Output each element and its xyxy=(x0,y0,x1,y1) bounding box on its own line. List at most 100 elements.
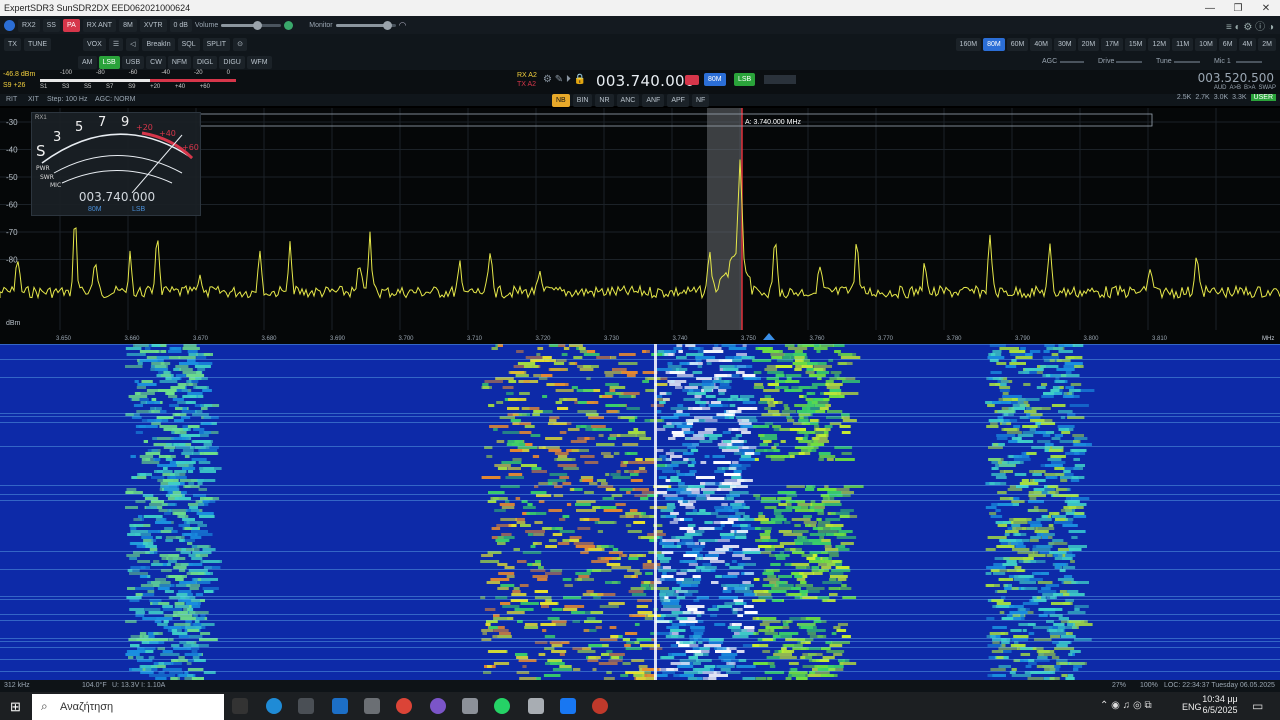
waterfall-pixel xyxy=(783,623,789,626)
taskbar-clock[interactable]: 10:34 μμ 6/5/2025 xyxy=(1190,694,1250,716)
windows-start-icon[interactable]: ⊞ xyxy=(10,699,21,715)
menu-icon[interactable]: ≡ ◐ ⚙ ⓘ ◑ xyxy=(1226,18,1280,33)
store-icon[interactable] xyxy=(298,698,314,714)
filter-anf[interactable]: ANF xyxy=(642,94,665,107)
tune-slider[interactable] xyxy=(1174,61,1200,63)
pa-button[interactable]: PA xyxy=(62,18,80,32)
agc-mode-label[interactable]: AGC: NORM xyxy=(95,96,135,103)
sub-tag-aud[interactable]: AUD xyxy=(1214,85,1227,91)
edge-icon[interactable] xyxy=(266,698,282,714)
att-button[interactable]: 0 dB xyxy=(169,18,192,32)
speaker-icon[interactable] xyxy=(284,20,294,30)
vfo-tools-icon[interactable]: ⚙ ✎ ⏵ 🔒 xyxy=(543,74,586,85)
waterfall-display[interactable] xyxy=(0,344,1280,680)
close-button[interactable]: ✕ xyxy=(1252,3,1280,14)
filter-nb[interactable]: NB xyxy=(552,94,570,107)
band-6m[interactable]: 6M xyxy=(1218,38,1237,51)
speaker-mute-icon[interactable]: ◁ xyxy=(126,37,140,51)
vox-button[interactable]: VOX xyxy=(83,37,106,51)
drive-slider[interactable] xyxy=(1116,61,1142,63)
band-30m[interactable]: 30M xyxy=(1053,38,1076,51)
sdr-app-icon[interactable] xyxy=(462,698,478,714)
breakin-button[interactable]: BreakIn xyxy=(142,37,175,51)
band-2m[interactable]: 2M xyxy=(1258,38,1276,51)
split-button[interactable]: SPLIT xyxy=(202,37,231,51)
mode-am[interactable]: AM xyxy=(78,56,97,69)
mode-badge[interactable]: LSB xyxy=(734,73,756,86)
equalizer-icon[interactable]: ☰ xyxy=(108,37,124,51)
ss-button[interactable]: SS xyxy=(42,18,60,32)
headphones-icon[interactable]: ◠ xyxy=(399,20,407,31)
monitor-slider[interactable] xyxy=(335,20,396,30)
minimize-button[interactable]: — xyxy=(1196,3,1224,14)
mode-lsb[interactable]: LSB xyxy=(98,56,120,69)
bandwidth-33k[interactable]: 3.3K xyxy=(1232,94,1246,101)
sql-button[interactable]: SQL xyxy=(177,37,200,51)
chrome-icon[interactable] xyxy=(396,698,412,714)
band-15m[interactable]: 15M xyxy=(1124,38,1147,51)
sub-frequency[interactable]: 003.520.500 xyxy=(1198,71,1274,85)
band-20m[interactable]: 20M xyxy=(1077,38,1100,51)
band-80m[interactable]: 80M xyxy=(983,38,1005,51)
mode-nfm[interactable]: NFM xyxy=(167,56,191,69)
bandwidth-25k[interactable]: 2.5K xyxy=(1177,94,1191,101)
other-app-icon[interactable] xyxy=(592,698,608,714)
filter-apf[interactable]: APF xyxy=(667,94,689,107)
band-badge[interactable]: 80M xyxy=(704,73,726,86)
rx2-button[interactable]: RX2 xyxy=(18,18,40,32)
maximize-button[interactable]: ❐ xyxy=(1224,3,1252,14)
vfo-extra-control[interactable] xyxy=(764,75,796,84)
filter-bin[interactable]: BIN xyxy=(572,94,593,107)
mode-wfm[interactable]: WFM xyxy=(246,56,272,69)
filter-nr[interactable]: NR xyxy=(595,94,614,107)
bandwidth-27k[interactable]: 2.7K xyxy=(1195,94,1209,101)
mic-slider[interactable] xyxy=(1236,61,1262,63)
bandwidth-user[interactable]: USER xyxy=(1250,94,1276,101)
taskbar-search-box[interactable]: ⌕ Αναζήτηση xyxy=(32,694,224,720)
filter-anc[interactable]: ANC xyxy=(616,94,640,107)
viber-icon[interactable] xyxy=(430,698,446,714)
tune-button[interactable]: TUNE xyxy=(23,37,52,51)
rit-button[interactable]: RIT xyxy=(6,96,17,103)
notifications-icon[interactable]: ▭ xyxy=(1252,699,1263,713)
tray-icons[interactable]: ⌃ ◉ ♫ ◎ ⧉ xyxy=(1100,700,1152,711)
link-icon[interactable]: ⊙ xyxy=(233,37,247,51)
agc-slider[interactable] xyxy=(1060,61,1084,63)
band-12m[interactable]: 12M xyxy=(1148,38,1171,51)
mode-usb[interactable]: USB xyxy=(121,56,145,69)
volume-slider[interactable] xyxy=(221,20,282,30)
waterfall-pixel xyxy=(548,368,567,371)
task-view-icon[interactable] xyxy=(232,698,248,714)
band-10m[interactable]: 10M xyxy=(1195,38,1217,51)
sub-tag-ba[interactable]: B>A xyxy=(1244,85,1256,91)
tx-button[interactable]: TX xyxy=(4,37,21,51)
mode-digl[interactable]: DIGL xyxy=(192,56,218,69)
waterfall-image[interactable] xyxy=(0,344,1280,680)
power-icon[interactable] xyxy=(4,19,15,31)
sub-tag-ab[interactable]: A>B xyxy=(1230,85,1242,91)
filter-nf[interactable]: NF xyxy=(691,94,710,107)
app-icon[interactable] xyxy=(364,698,380,714)
expertsdr-icon[interactable] xyxy=(528,698,544,714)
bandwidth-30k[interactable]: 3.0K xyxy=(1214,94,1228,101)
xit-button[interactable]: XIT xyxy=(28,96,39,103)
band-17m[interactable]: 17M xyxy=(1101,38,1123,51)
band-4m[interactable]: 4M xyxy=(1238,38,1257,51)
vfo-frequency[interactable]: 003.740.000 xyxy=(596,72,695,90)
band-40m[interactable]: 40M xyxy=(1030,38,1052,51)
facebook-icon[interactable] xyxy=(560,698,576,714)
band-160m[interactable]: 160M xyxy=(955,38,982,51)
band-11m[interactable]: 11M xyxy=(1172,38,1194,51)
whatsapp-icon[interactable] xyxy=(494,698,510,714)
outlook-icon[interactable] xyxy=(332,698,348,714)
step-label[interactable]: Step: 100 Hz xyxy=(47,96,87,103)
mode-cw[interactable]: CW xyxy=(146,56,166,69)
search-placeholder: Αναζήτηση xyxy=(60,701,114,713)
tx-indicator-icon[interactable] xyxy=(685,75,699,85)
sub-tag-swap[interactable]: SWAP xyxy=(1259,85,1276,91)
xvtr-button[interactable]: XVTR xyxy=(139,18,167,32)
mode-digu[interactable]: DIGU xyxy=(219,56,245,69)
rx-ant-button[interactable]: RX ANT xyxy=(82,18,117,32)
band-8m-button[interactable]: 8M xyxy=(119,18,137,32)
band-60m[interactable]: 60M xyxy=(1006,38,1029,51)
